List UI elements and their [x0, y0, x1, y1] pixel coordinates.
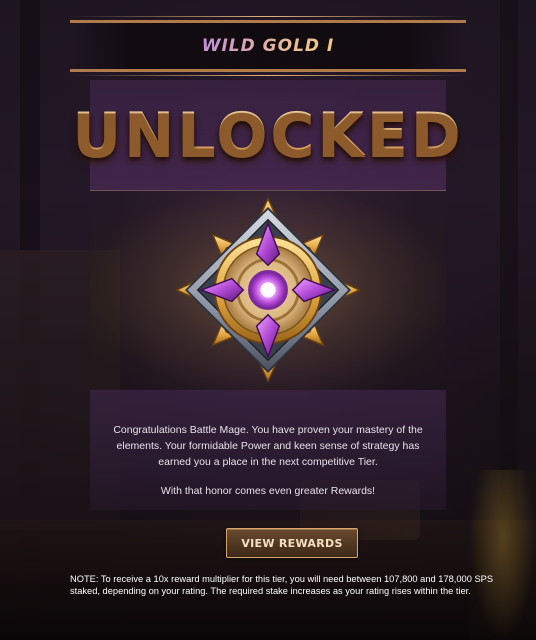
headline-panel: UNLOCKED — [72, 80, 461, 191]
tier-banner: WILD GOLD I — [70, 16, 466, 76]
unlocked-headline: UNLOCKED — [72, 100, 464, 170]
emblem-area — [90, 190, 446, 390]
stake-note: NOTE: To receive a 10x reward multiplier… — [70, 574, 494, 596]
view-rewards-button[interactable]: VIEW REWARDS — [226, 528, 358, 558]
view-rewards-label: VIEW REWARDS — [241, 536, 343, 550]
background-armor — [470, 470, 536, 640]
tier-title: WILD GOLD I — [201, 36, 335, 56]
tier-unlocked-screen: WILD GOLD I UNLOCKED Congratulations Bat… — [0, 0, 536, 640]
congratulations-message: Congratulations Battle Mage. You have pr… — [113, 424, 423, 468]
rewards-message: With that honor comes even greater Rewar… — [160, 485, 376, 497]
gold-tier-emblem-icon — [175, 197, 361, 383]
